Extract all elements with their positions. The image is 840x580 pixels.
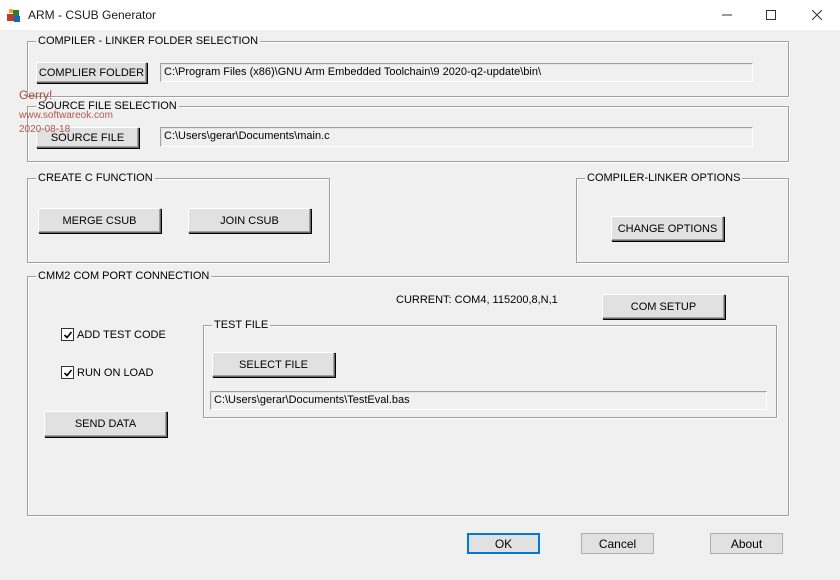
run-on-load-checkbox[interactable] (61, 366, 74, 379)
app-icon (7, 9, 20, 22)
check-icon (63, 330, 72, 339)
cancel-button[interactable]: Cancel (581, 533, 654, 554)
minimize-icon (722, 14, 732, 16)
ok-button[interactable]: OK (467, 533, 540, 554)
maximize-button[interactable] (748, 0, 794, 30)
merge-csub-button[interactable]: MERGE CSUB (38, 208, 161, 233)
maximize-icon (766, 10, 776, 20)
close-icon (812, 10, 822, 20)
join-csub-button[interactable]: JOIN CSUB (188, 208, 311, 233)
test-file-path-field[interactable]: C:\Users\gerar\Documents\TestEval.bas (210, 391, 767, 410)
compiler-folder-button[interactable]: COMPLIER FOLDER (36, 62, 147, 83)
select-file-button[interactable]: SELECT FILE (212, 352, 335, 377)
com-port-group-title: CMM2 COM PORT CONNECTION (36, 270, 212, 282)
add-test-code-label: ADD TEST CODE (77, 328, 166, 341)
watermark-site: www.softwareok.com (19, 110, 113, 121)
change-options-button[interactable]: CHANGE OPTIONS (611, 216, 724, 241)
run-on-load-checkbox-row[interactable]: RUN ON LOAD (61, 366, 153, 379)
check-icon (63, 368, 72, 377)
source-file-path-field[interactable]: C:\Users\gerar\Documents\main.c (160, 127, 753, 147)
minimize-button[interactable] (704, 0, 750, 30)
run-on-load-label: RUN ON LOAD (77, 366, 154, 379)
current-com-status: CURRENT: COM4, 115200,8,N,1 (396, 294, 558, 306)
create-c-function-group-title: CREATE C FUNCTION (36, 172, 155, 184)
window-title: ARM - CSUB Generator (28, 8, 157, 22)
compiler-folder-group-title: COMPILER - LINKER FOLDER SELECTION (36, 35, 261, 47)
watermark-name: Gerry! (19, 88, 53, 102)
title-bar: ARM - CSUB Generator (0, 0, 840, 30)
close-button[interactable] (794, 0, 840, 30)
compiler-options-group-title: COMPILER-LINKER OPTIONS (585, 172, 743, 184)
watermark-date: 2020-08-18 (19, 124, 71, 135)
send-data-button[interactable]: SEND DATA (44, 411, 167, 437)
compiler-folder-path-field[interactable]: C:\Program Files (x86)\GNU Arm Embedded … (160, 63, 753, 82)
add-test-code-checkbox[interactable] (61, 328, 74, 341)
add-test-code-checkbox-row[interactable]: ADD TEST CODE (61, 328, 166, 341)
com-setup-button[interactable]: COM SETUP (602, 294, 725, 319)
test-file-group-title: TEST FILE (212, 319, 271, 331)
about-button[interactable]: About (710, 533, 783, 554)
